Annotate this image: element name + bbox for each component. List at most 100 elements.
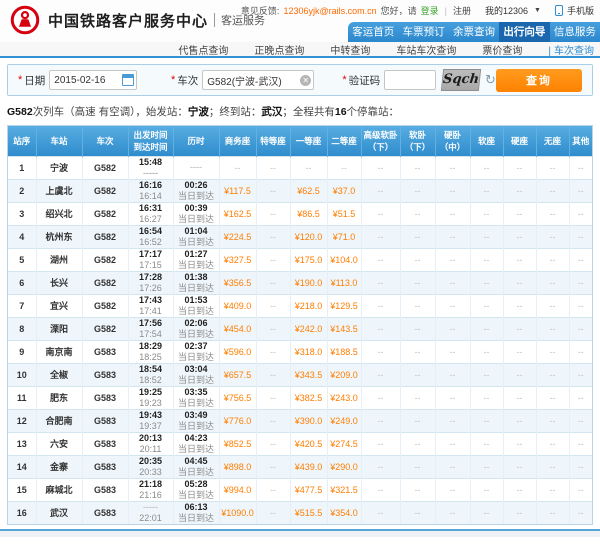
cell-price: -- xyxy=(435,225,470,248)
subnav-item[interactable]: 车次查询 xyxy=(548,42,594,57)
cell-price: -- xyxy=(536,248,569,271)
nav-item[interactable]: 信息服务 xyxy=(550,22,600,42)
train-number-input[interactable] xyxy=(202,70,314,90)
cell-price: -- xyxy=(503,225,536,248)
cell-price: -- xyxy=(435,501,470,524)
subnav-item[interactable]: 代售点查询 xyxy=(178,42,228,57)
cell-price: -- xyxy=(470,386,503,409)
cell-price: ¥439.0 xyxy=(290,455,327,478)
mobile-version-link[interactable]: 手机版 xyxy=(567,4,594,17)
cell-price: -- xyxy=(435,294,470,317)
captcha-image[interactable]: Sqch xyxy=(441,69,481,91)
cell-duration: ---- xyxy=(173,156,219,179)
cell-price: -- xyxy=(400,409,435,432)
cell-price: -- xyxy=(256,294,290,317)
cell-duration: 00:39当日到达 xyxy=(173,202,219,225)
my12306-menu[interactable]: 我的12306 xyxy=(485,4,528,17)
cell-price: -- xyxy=(569,363,592,386)
cell-price: -- xyxy=(536,294,569,317)
cell-price: -- xyxy=(569,317,592,340)
nav-item[interactable]: 出行向导 xyxy=(499,22,549,42)
cell-price: -- xyxy=(361,271,400,294)
cell-price: -- xyxy=(400,271,435,294)
cell-train: G583 xyxy=(82,478,128,501)
cell-price: ¥756.5 xyxy=(219,386,256,409)
cell-seq: 11 xyxy=(8,386,36,409)
cell-price: -- xyxy=(503,202,536,225)
calendar-icon[interactable] xyxy=(122,74,134,86)
cell-price: ¥327.5 xyxy=(219,248,256,271)
login-link[interactable]: 登录 xyxy=(421,4,439,17)
feedback-label: 意见反馈: xyxy=(241,4,280,17)
cell-price: ¥243.0 xyxy=(327,386,361,409)
cell-price: -- xyxy=(470,248,503,271)
cell-price: -- xyxy=(569,225,592,248)
cell-price: -- xyxy=(361,317,400,340)
required-marker: * xyxy=(18,74,22,86)
cell-price: -- xyxy=(569,432,592,455)
cell-times: 17:1717:15 xyxy=(128,248,173,271)
cell-price: ¥596.0 xyxy=(219,340,256,363)
cell-duration: 04:23当日到达 xyxy=(173,432,219,455)
nav-item[interactable]: 车票预订 xyxy=(398,22,448,42)
cell-seq: 13 xyxy=(8,432,36,455)
cell-price: -- xyxy=(400,340,435,363)
cell-price: -- xyxy=(400,202,435,225)
subnav-item[interactable]: 票价查询 xyxy=(482,42,522,57)
cell-price: ¥290.0 xyxy=(327,455,361,478)
chevron-down-icon[interactable]: ▼ xyxy=(534,7,541,14)
nav-item[interactable]: 余票查询 xyxy=(449,22,499,42)
cell-price: -- xyxy=(435,386,470,409)
table-row: 4杭州东G58216:5416:5201:04当日到达¥224.5--¥120.… xyxy=(8,225,592,248)
cell-price: -- xyxy=(503,179,536,202)
cell-price: ¥898.0 xyxy=(219,455,256,478)
cell-price: ¥343.5 xyxy=(290,363,327,386)
register-link[interactable]: 注册 xyxy=(453,4,471,17)
column-header: 商务座 xyxy=(219,126,256,156)
table-row: 15麻城北G58321:1821:1605:28当日到达¥994.0--¥477… xyxy=(8,478,592,501)
captcha-label: 验证码 xyxy=(349,73,381,88)
cell-price: -- xyxy=(503,271,536,294)
cell-price: -- xyxy=(256,156,290,179)
cell-price: -- xyxy=(256,478,290,501)
refresh-icon[interactable]: ↻ xyxy=(485,72,496,88)
cell-station: 溧阳 xyxy=(36,317,82,340)
feedback-email-link[interactable]: 12306yjk@rails.com.cn xyxy=(283,6,376,16)
cell-times: 17:2817:26 xyxy=(128,271,173,294)
cell-price: -- xyxy=(256,179,290,202)
cell-price: -- xyxy=(435,317,470,340)
cell-seq: 15 xyxy=(8,478,36,501)
cell-price: -- xyxy=(503,294,536,317)
cell-times: 15:48----- xyxy=(128,156,173,179)
table-row: 5湖州G58217:1717:1501:27当日到达¥327.5--¥175.0… xyxy=(8,248,592,271)
cell-seq: 6 xyxy=(8,271,36,294)
column-header: 软座 xyxy=(470,126,503,156)
subnav-item[interactable]: 车站车次查询 xyxy=(396,42,456,57)
query-button[interactable]: 查询 xyxy=(496,69,582,92)
captcha-input[interactable] xyxy=(384,70,436,90)
cell-price: -- xyxy=(569,340,592,363)
table-row: 12合肥南G58319:4319:3703:49当日到达¥776.0--¥390… xyxy=(8,409,592,432)
cell-price: ¥175.0 xyxy=(290,248,327,271)
cell-price: -- xyxy=(361,340,400,363)
cell-price: ¥409.0 xyxy=(219,294,256,317)
column-header: 特等座 xyxy=(256,126,290,156)
subnav-item[interactable]: 中转查询 xyxy=(330,42,370,57)
logo-block[interactable]: 中国铁路客户服务中心 客运服务 xyxy=(10,5,265,35)
cell-price: ¥454.0 xyxy=(219,317,256,340)
cell-price: -- xyxy=(569,271,592,294)
cell-price: -- xyxy=(536,340,569,363)
clear-icon[interactable]: ✕ xyxy=(300,75,311,86)
cell-price: -- xyxy=(569,294,592,317)
cell-train: G583 xyxy=(82,432,128,455)
cell-price: -- xyxy=(536,455,569,478)
cell-price: ¥162.5 xyxy=(219,202,256,225)
cell-train: G582 xyxy=(82,202,128,225)
subnav-item[interactable]: 正晚点查询 xyxy=(254,42,304,57)
cell-train: G582 xyxy=(82,317,128,340)
nav-item[interactable]: 客运首页 xyxy=(348,22,398,42)
cell-price: -- xyxy=(400,478,435,501)
cell-price: -- xyxy=(536,501,569,524)
cell-price: -- xyxy=(400,179,435,202)
cell-price: -- xyxy=(435,179,470,202)
